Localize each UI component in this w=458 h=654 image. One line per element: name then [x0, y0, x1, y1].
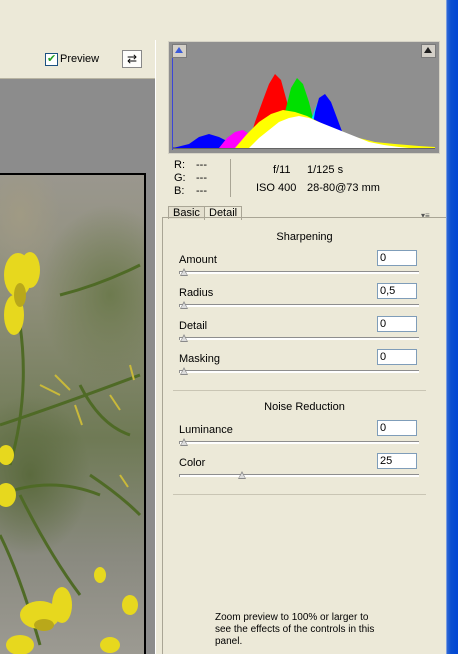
- preview-toolbar: Preview ⇄: [0, 40, 155, 79]
- shadow-clipping-warning-icon[interactable]: [172, 44, 187, 58]
- sharpening-title: Sharpening: [276, 231, 333, 243]
- radius-label: Radius: [179, 287, 214, 299]
- section-divider-bottom: [173, 494, 426, 495]
- preview-label[interactable]: Preview: [60, 53, 99, 65]
- color-slider[interactable]: [179, 471, 419, 480]
- iso: ISO 400: [256, 182, 297, 194]
- luminance-label: Luminance: [179, 424, 233, 436]
- color-label: Color: [179, 457, 206, 469]
- radius-input[interactable]: [377, 283, 417, 299]
- preview-margin: [146, 173, 155, 654]
- masking-slider[interactable]: [179, 367, 419, 376]
- pixel-info: R: --- G: --- B: --- f/11 1/125 s ISO 40…: [168, 157, 438, 199]
- histogram-graph: [172, 46, 435, 150]
- g-value: ---: [196, 172, 207, 184]
- amount-slider[interactable]: [179, 268, 419, 277]
- noise-reduction-title: Noise Reduction: [264, 401, 345, 413]
- detail-slider[interactable]: [179, 334, 419, 343]
- amount-slider-thumb[interactable]: [180, 268, 189, 277]
- g-label: G:: [174, 172, 186, 184]
- aperture: f/11: [273, 164, 291, 176]
- r-value: ---: [196, 159, 207, 171]
- info-divider: [230, 159, 231, 197]
- image-preview[interactable]: [0, 173, 146, 654]
- histogram: [168, 41, 440, 154]
- amount-label: Amount: [179, 254, 217, 266]
- shutter-speed: 1/125 s: [307, 164, 344, 176]
- masking-label: Masking: [179, 353, 220, 365]
- detail-input[interactable]: [377, 316, 417, 332]
- radius-slider[interactable]: [179, 301, 419, 310]
- color-input[interactable]: [377, 453, 417, 469]
- preview-checkbox[interactable]: [45, 52, 58, 66]
- radius-slider-thumb[interactable]: [180, 301, 189, 310]
- section-divider: [173, 390, 426, 391]
- detail-panel: Sharpening Amount Radius Detail Masking …: [162, 218, 446, 654]
- window-frame-right: [446, 0, 458, 654]
- flower-photo: [0, 175, 144, 654]
- r-label: R:: [174, 159, 185, 171]
- zoom-note: Zoom preview to 100% or larger to see th…: [215, 612, 375, 647]
- luminance-slider-thumb[interactable]: [180, 438, 189, 447]
- preview-background: [0, 79, 155, 173]
- preview-pane: Preview ⇄: [0, 40, 155, 654]
- highlight-clipping-warning-icon[interactable]: [421, 44, 436, 58]
- histogram-shadow-edge: [172, 46, 173, 150]
- flower-photo-art: [0, 252, 142, 654]
- amount-input[interactable]: [377, 250, 417, 266]
- masking-slider-thumb[interactable]: [180, 367, 189, 376]
- lens-info: 28-80@73 mm: [307, 182, 380, 194]
- b-value: ---: [196, 185, 207, 197]
- window-top: [0, 0, 446, 6]
- fullscreen-toggle-icon[interactable]: ⇄: [122, 50, 142, 68]
- detail-slider-thumb[interactable]: [180, 334, 189, 343]
- masking-input[interactable]: [377, 349, 417, 365]
- color-slider-thumb[interactable]: [237, 471, 247, 480]
- adjustment-panel: R: --- G: --- B: --- f/11 1/125 s ISO 40…: [159, 40, 446, 654]
- luminance-input[interactable]: [377, 420, 417, 436]
- b-label: B:: [174, 185, 185, 197]
- detail-label: Detail: [179, 320, 208, 332]
- luminance-slider[interactable]: [179, 438, 419, 447]
